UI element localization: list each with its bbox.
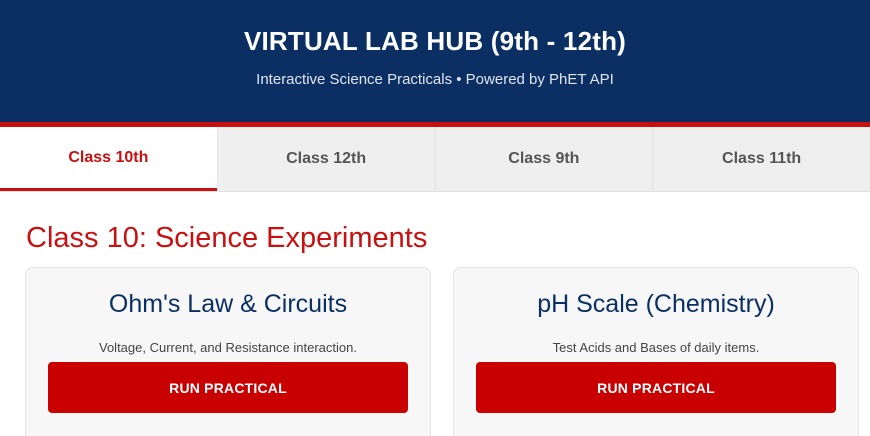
app-header: VIRTUAL LAB HUB (9th - 12th) Interactive… bbox=[0, 0, 870, 122]
card-title: Ohm's Law & Circuits bbox=[108, 290, 348, 318]
section-title: Class 10: Science Experiments bbox=[26, 222, 428, 254]
class-tabs: Class 10th Class 12th Class 9th Class 11… bbox=[0, 127, 870, 192]
card-description: Test Acids and Bases of daily items. bbox=[552, 340, 760, 355]
experiment-card-ohms-law: Ohm's Law & Circuits Voltage, Current, a… bbox=[25, 267, 431, 436]
experiment-card-ph-scale: pH Scale (Chemistry) Test Acids and Base… bbox=[453, 267, 859, 436]
run-practical-button[interactable]: RUN PRACTICAL bbox=[48, 362, 408, 413]
tab-class-11[interactable]: Class 11th bbox=[652, 127, 870, 191]
tab-class-9[interactable]: Class 9th bbox=[434, 127, 653, 191]
tab-class-12[interactable]: Class 12th bbox=[216, 127, 435, 191]
app-title: VIRTUAL LAB HUB (9th - 12th) bbox=[243, 26, 627, 56]
run-practical-button[interactable]: RUN PRACTICAL bbox=[476, 362, 836, 413]
app-subtitle: Interactive Science Practicals • Powered… bbox=[256, 71, 614, 88]
card-description: Voltage, Current, and Resistance interac… bbox=[99, 340, 357, 355]
tab-class-10[interactable]: Class 10th bbox=[0, 127, 217, 191]
card-title: pH Scale (Chemistry) bbox=[537, 290, 775, 318]
